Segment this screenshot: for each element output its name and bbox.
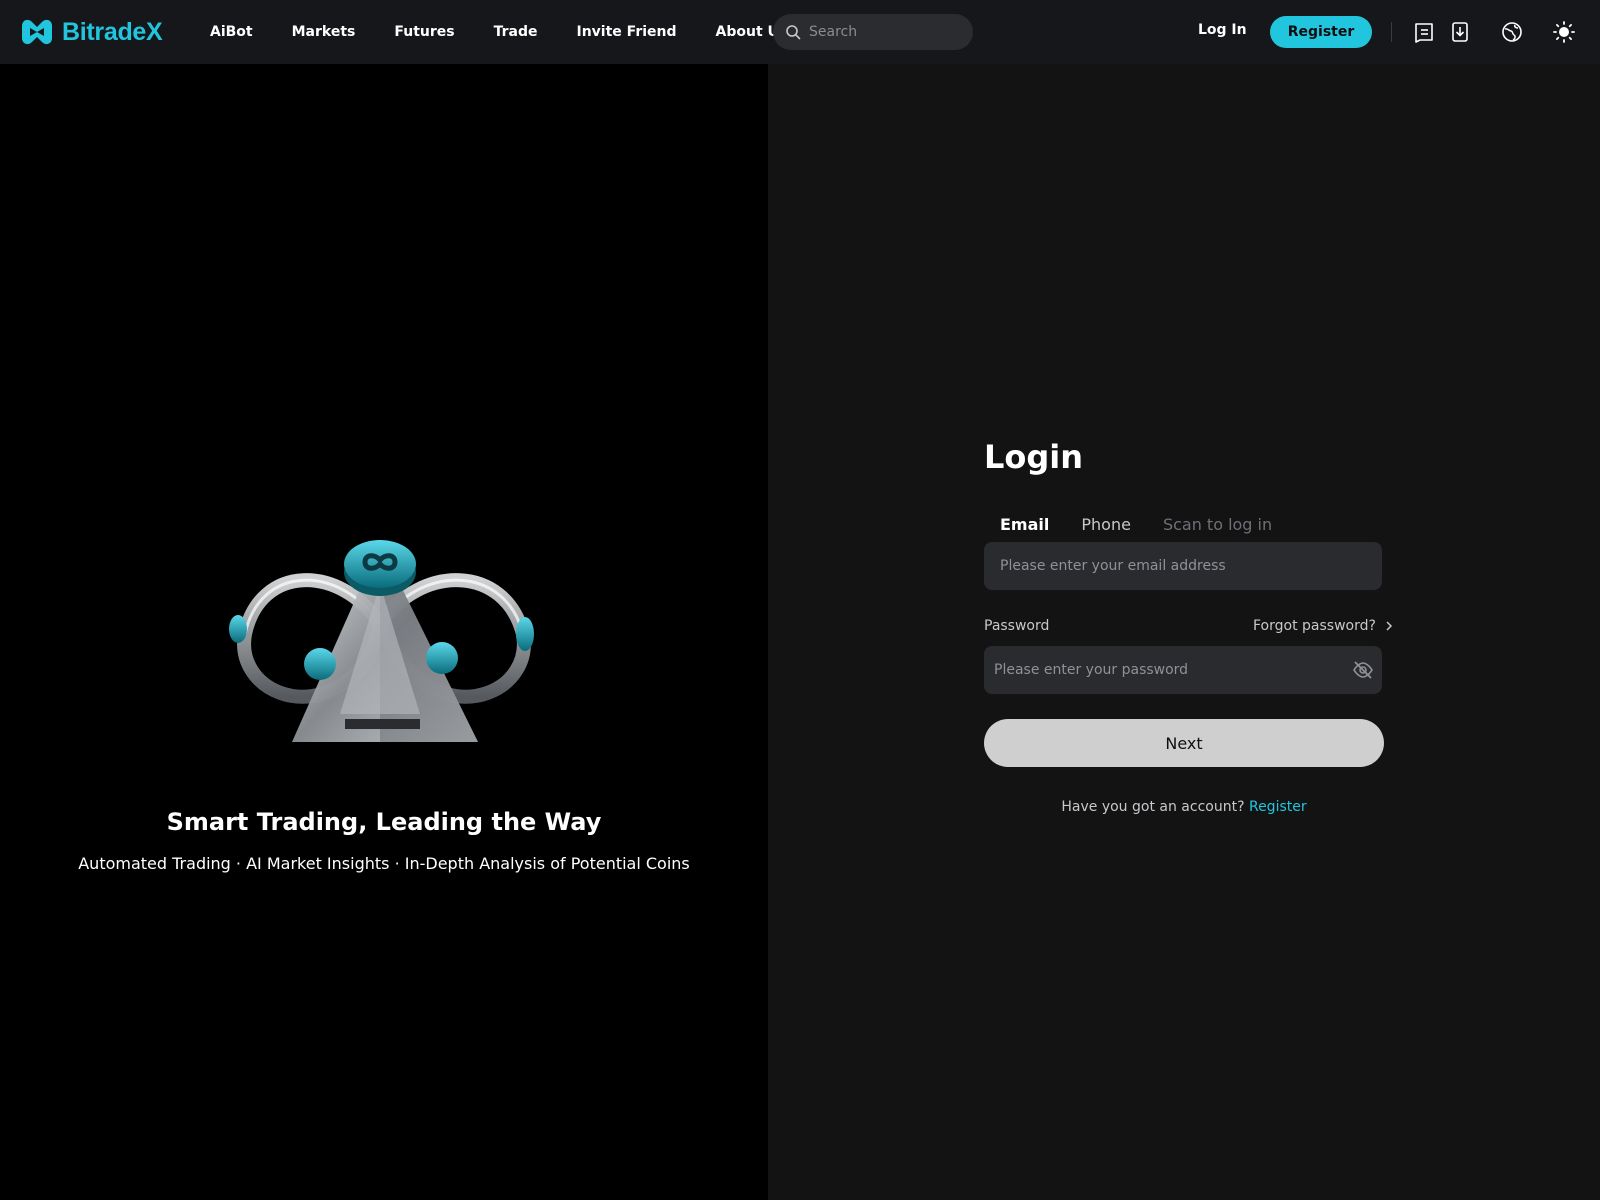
password-input[interactable] — [994, 662, 1324, 678]
brand-name: BitradeX — [62, 17, 163, 46]
tab-phone[interactable]: Phone — [1081, 515, 1131, 534]
login-title: Login — [984, 438, 1084, 476]
download-button[interactable] — [1448, 20, 1472, 44]
message-button[interactable] — [1412, 20, 1436, 44]
register-link[interactable]: Register — [1249, 799, 1307, 815]
password-label: Password — [984, 618, 1050, 634]
nav-link-invite-friend[interactable]: Invite Friend — [577, 24, 677, 40]
top-navbar: BitradeX AiBot Markets Futures Trade Inv… — [0, 0, 1600, 64]
nav-link-futures[interactable]: Futures — [394, 24, 454, 40]
message-icon — [1415, 23, 1433, 43]
infinity-pyramid-illustration — [229, 540, 534, 742]
tab-email[interactable]: Email — [1000, 515, 1049, 534]
register-button[interactable]: Register — [1270, 16, 1372, 48]
hero-illustration — [220, 474, 550, 754]
download-icon — [1452, 22, 1468, 42]
nav-link-aibot[interactable]: AiBot — [210, 24, 253, 40]
nav-link-trade[interactable]: Trade — [494, 24, 538, 40]
register-prompt: Have you got an account? Register — [984, 799, 1384, 815]
email-field[interactable] — [984, 542, 1382, 590]
email-input[interactable] — [1000, 558, 1330, 574]
language-button[interactable] — [1500, 20, 1524, 44]
hero-subtitle: Automated Trading · AI Market Insights ·… — [78, 854, 690, 873]
hero-panel: Smart Trading, Leading the Way Automated… — [0, 64, 768, 1200]
next-button[interactable]: Next — [984, 719, 1384, 767]
log-in-link[interactable]: Log In — [1198, 22, 1247, 38]
toggle-password-visibility[interactable] — [1352, 659, 1374, 681]
nav-divider — [1391, 22, 1392, 42]
language-globe-icon — [1502, 22, 1522, 42]
forgot-password-link[interactable]: Forgot password? — [1253, 618, 1394, 634]
password-field[interactable] — [984, 646, 1382, 694]
theme-sun-icon — [1553, 21, 1575, 43]
eye-off-icon — [1353, 661, 1373, 679]
login-method-tabs: Email Phone Scan to log in — [1000, 512, 1304, 536]
theme-toggle[interactable] — [1552, 20, 1576, 44]
hero-title: Smart Trading, Leading the Way — [166, 808, 602, 836]
brand-logo[interactable]: BitradeX — [18, 16, 163, 48]
search-icon — [786, 25, 801, 40]
main-nav: AiBot Markets Futures Trade Invite Frien… — [210, 0, 826, 64]
search-input[interactable] — [809, 24, 959, 40]
search-box[interactable] — [773, 14, 973, 50]
chevron-right-icon — [1386, 621, 1392, 631]
forgot-password-label: Forgot password? — [1253, 618, 1376, 634]
register-prompt-text: Have you got an account? — [1061, 799, 1245, 815]
login-panel: Login Email Phone Scan to log in Passwor… — [768, 64, 1600, 1200]
tab-scan-to-log-in[interactable]: Scan to log in — [1163, 515, 1272, 534]
nav-link-markets[interactable]: Markets — [292, 24, 356, 40]
brand-logo-icon — [22, 19, 52, 45]
